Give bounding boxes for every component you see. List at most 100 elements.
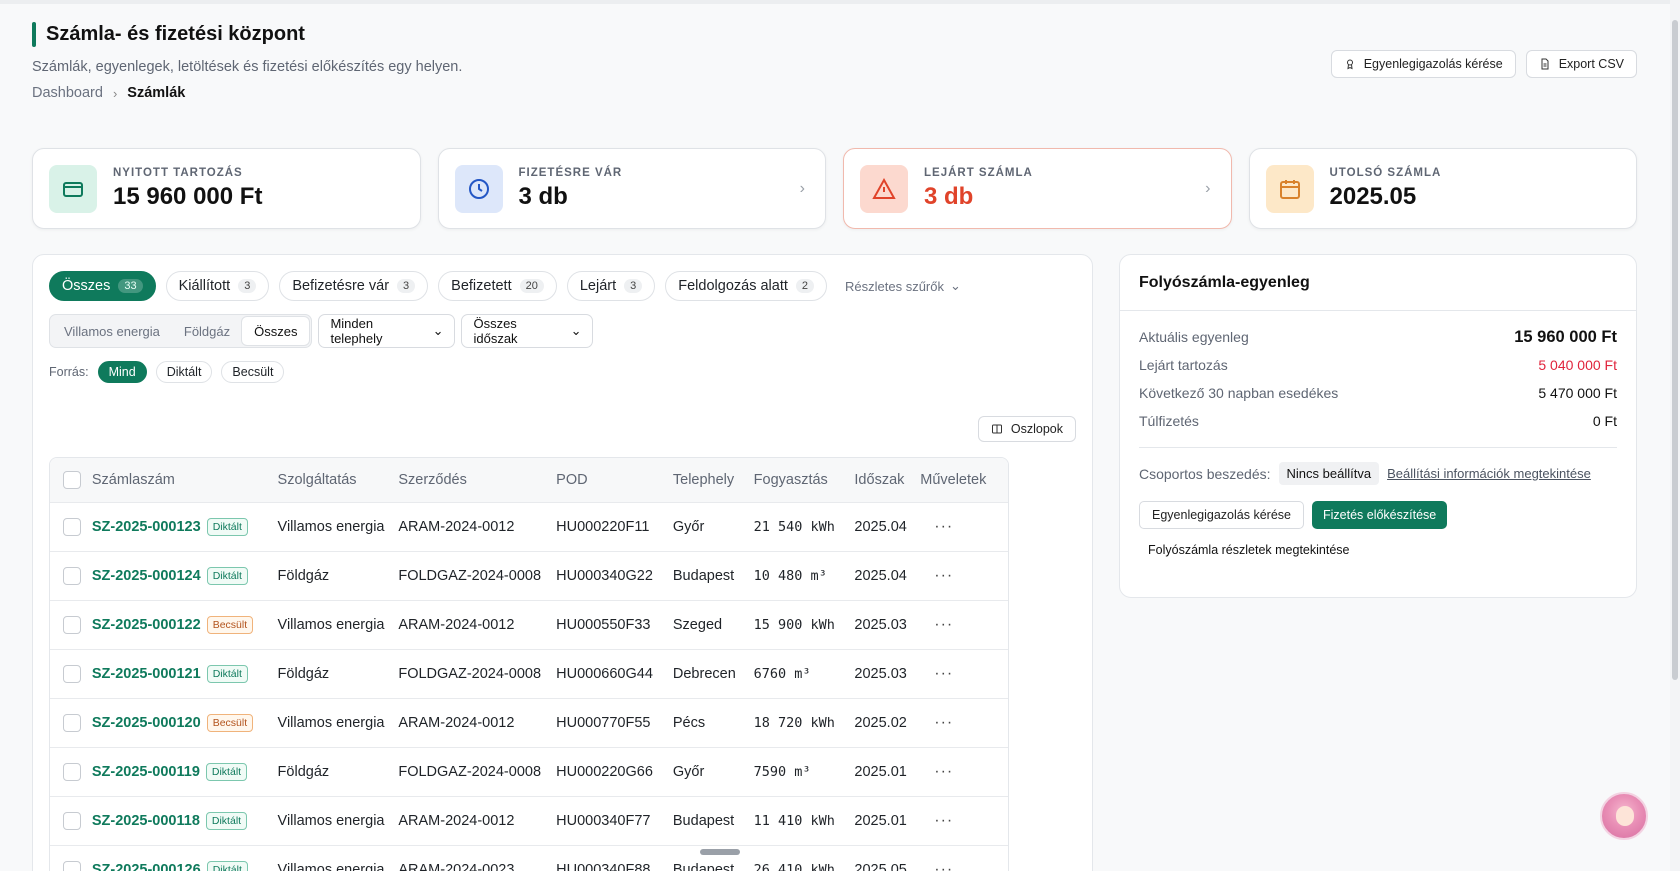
table-row[interactable]: SZ-2025-000123 Diktált Villamos energia ARA… xyxy=(50,502,1008,551)
breadcrumb-dashboard[interactable]: Dashboard xyxy=(32,85,103,101)
balance-label: Lejárt tartozás xyxy=(1139,357,1228,373)
cell-consumption: 26 410 kWh xyxy=(753,861,835,871)
more-actions-icon[interactable]: ··· xyxy=(934,616,953,633)
more-actions-icon[interactable]: ··· xyxy=(934,518,953,535)
segment-all[interactable]: Összes xyxy=(242,317,310,345)
tab-paid[interactable]: Befizetett 20 xyxy=(438,271,557,301)
cell-site: Győr xyxy=(672,763,705,780)
column-header-contract[interactable]: Szerződés xyxy=(398,458,556,502)
scrollbar-thumb[interactable] xyxy=(1672,20,1678,680)
cell-pod: HU000220G66 xyxy=(556,763,653,780)
invoice-number-link[interactable]: SZ-2025-000121 xyxy=(92,665,201,681)
period-select-value: Összes időszak xyxy=(473,316,518,346)
invoice-number-link[interactable]: SZ-2025-000118 xyxy=(92,812,200,828)
table-row[interactable]: SZ-2025-000122 Becsült Villamos energia ARA… xyxy=(50,600,1008,649)
drag-handle[interactable] xyxy=(700,849,740,855)
balance-row-current: Aktuális egyenleg 15 960 000 Ft xyxy=(1139,323,1617,351)
table-row[interactable]: SZ-2025-000126 Diktált Villamos energia ARA… xyxy=(50,845,1008,871)
invoice-number-link[interactable]: SZ-2025-000120 xyxy=(92,714,201,730)
tab-awaiting-payment[interactable]: Befizetésre vár 3 xyxy=(279,271,429,301)
source-read-chip[interactable]: Diktált xyxy=(155,361,213,383)
clock-icon xyxy=(454,164,503,213)
stat-value: 15 960 000 Ft xyxy=(113,182,263,210)
avatar-face xyxy=(1616,806,1634,826)
tab-label: Befizetésre vár xyxy=(292,278,390,294)
row-checkbox[interactable] xyxy=(63,517,81,536)
balance-value: 15 960 000 Ft xyxy=(1514,327,1617,346)
prepare-payment-button[interactable]: Fizetés előkészítése xyxy=(1311,501,1448,529)
source-estimated-chip[interactable]: Becsült xyxy=(221,361,285,383)
cell-site: Pécs xyxy=(672,714,706,731)
columns-icon xyxy=(991,424,1002,434)
column-header-service[interactable]: Szolgáltatás xyxy=(278,458,399,502)
more-actions-icon[interactable]: ··· xyxy=(934,714,953,731)
columns-button[interactable]: Oszlopok xyxy=(977,416,1076,442)
row-checkbox[interactable] xyxy=(63,713,81,732)
row-checkbox[interactable] xyxy=(63,811,81,830)
more-actions-icon[interactable]: ··· xyxy=(934,812,953,829)
select-all-checkbox[interactable] xyxy=(63,470,81,489)
table-row[interactable]: SZ-2025-000119 Diktált Földgáz FOLDGAZ-2024… xyxy=(50,747,1008,796)
cell-consumption: 18 720 kWh xyxy=(753,714,835,731)
column-header-period[interactable]: Időszak xyxy=(854,458,920,502)
row-checkbox[interactable] xyxy=(63,860,81,871)
balance-value: 5 040 000 Ft xyxy=(1538,357,1617,373)
status-tabs: Összes 33 Kiállított 3 Befizetésre vár 3 Be… xyxy=(49,271,961,301)
row-checkbox[interactable] xyxy=(63,664,81,683)
column-header-consumption[interactable]: Fogyasztás xyxy=(754,458,855,502)
page-title: Számla- és fizetési központ xyxy=(46,23,305,45)
source-badge: Diktált xyxy=(206,860,248,871)
column-header-site[interactable]: Telephely xyxy=(673,458,754,502)
table-row[interactable]: SZ-2025-000120 Becsült Villamos energia ARA… xyxy=(50,698,1008,747)
export-csv-button[interactable]: Export CSV xyxy=(1525,50,1637,78)
row-checkbox[interactable] xyxy=(63,615,81,634)
direct-debit-info-link[interactable]: Beállítási információk megtekintése xyxy=(1387,466,1591,481)
segment-gas[interactable]: Földgáz xyxy=(172,317,242,345)
period-select[interactable]: Összes időszak ⌄ xyxy=(461,314,594,348)
tab-issued[interactable]: Kiállított 3 xyxy=(165,271,270,301)
more-actions-icon[interactable]: ··· xyxy=(934,567,953,584)
source-badge: Diktált xyxy=(206,664,248,683)
row-checkbox[interactable] xyxy=(63,566,81,585)
site-select[interactable]: Minden telephely ⌄ xyxy=(318,314,456,348)
assistant-avatar[interactable] xyxy=(1600,792,1648,840)
cell-site: Budapest xyxy=(672,812,735,829)
service-segmented-control: Villamos energia Földgáz Összes xyxy=(49,314,313,348)
more-actions-icon[interactable]: ··· xyxy=(934,665,953,682)
cell-consumption: 15 900 kWh xyxy=(753,616,835,633)
cell-consumption: 7590 m³ xyxy=(753,763,811,780)
stat-awaiting-payment[interactable]: FIZETÉSRE VÁR 3 db › xyxy=(437,148,826,229)
stat-label: FIZETÉSRE VÁR xyxy=(518,166,623,179)
invoice-number-link[interactable]: SZ-2025-000124 xyxy=(92,567,201,583)
tab-count: 2 xyxy=(795,279,815,293)
more-actions-icon[interactable]: ··· xyxy=(934,861,953,871)
segment-electricity[interactable]: Villamos energia xyxy=(52,317,172,345)
stat-overdue[interactable]: LEJÁRT SZÁMLA 3 db › xyxy=(843,148,1232,229)
column-header-pod[interactable]: POD xyxy=(556,458,673,502)
request-reconciliation-button[interactable]: Egyenlegigazolás kérése xyxy=(1330,50,1516,78)
table-row[interactable]: SZ-2025-000118 Diktált Villamos energia ARA… xyxy=(50,796,1008,845)
table-row[interactable]: SZ-2025-000121 Diktált Földgáz FOLDGAZ-2024… xyxy=(50,649,1008,698)
source-all-chip[interactable]: Mind xyxy=(97,361,147,383)
invoice-number-link[interactable]: SZ-2025-000126 xyxy=(92,862,201,871)
tab-label: Lejárt xyxy=(579,278,617,294)
more-actions-icon[interactable]: ··· xyxy=(934,763,953,780)
detailed-filters-toggle[interactable]: Részletes szűrők ⌄ xyxy=(837,278,961,294)
invoice-number-link[interactable]: SZ-2025-000123 xyxy=(92,518,201,534)
cell-period: 2025.04 xyxy=(854,518,907,535)
tab-processing[interactable]: Feldolgozás alatt 2 xyxy=(665,271,828,301)
request-reconciliation-button-secondary[interactable]: Egyenlegigazolás kérése xyxy=(1139,501,1304,529)
balance-label: Következő 30 napban esedékes xyxy=(1139,385,1339,401)
column-header-invoice[interactable]: Számlaszám xyxy=(92,458,278,502)
invoice-number-link[interactable]: SZ-2025-000122 xyxy=(92,616,201,632)
chevron-down-icon: ⌄ xyxy=(570,323,582,338)
cell-service: Földgáz xyxy=(277,567,330,584)
page-scrollbar[interactable] xyxy=(1670,0,1680,871)
row-checkbox[interactable] xyxy=(63,762,81,781)
invoice-number-link[interactable]: SZ-2025-000119 xyxy=(92,763,200,779)
table-row[interactable]: SZ-2025-000124 Diktált Földgáz FOLDGAZ-2024… xyxy=(50,551,1008,600)
balance-value: 0 Ft xyxy=(1592,413,1617,429)
tab-all[interactable]: Összes 33 xyxy=(49,271,156,301)
tab-overdue[interactable]: Lejárt 3 xyxy=(566,271,656,301)
account-details-link[interactable]: Folyószámla részletek megtekintése xyxy=(1120,543,1636,557)
